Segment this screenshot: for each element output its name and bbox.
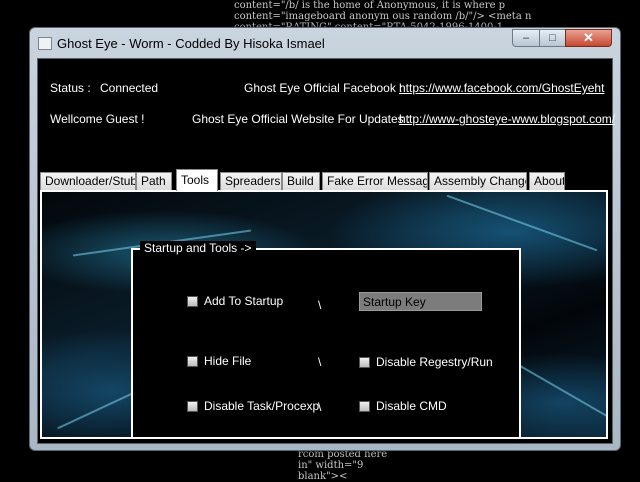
facebook-label: Ghost Eye Official Facebook : (244, 81, 403, 95)
window-title: Ghost Eye - Worm - Codded By Hisoka Isma… (57, 36, 325, 51)
add-to-startup-label: Add To Startup (204, 294, 284, 308)
separator-mark: \ (318, 298, 322, 312)
disable-registry-checkbox[interactable]: Disable Regestry/Run (359, 355, 493, 369)
tab-build[interactable]: Build (282, 172, 320, 190)
disable-task-checkbox[interactable]: Disable Task/Procexp (187, 399, 319, 413)
tab-about[interactable]: About (529, 172, 565, 190)
tab-fake-error-message[interactable]: Fake Error Message (322, 172, 428, 190)
tab-downloader-stub[interactable]: Downloader/Stub (40, 172, 136, 190)
maximize-icon: □ (549, 32, 556, 44)
tab-spreaders[interactable]: Spreaders (220, 172, 282, 190)
maximize-button[interactable]: □ (539, 29, 566, 47)
checkbox-box[interactable] (359, 356, 370, 368)
background-streak (446, 194, 598, 252)
checkbox-box[interactable] (359, 400, 370, 412)
facebook-link[interactable]: https://www.facebook.com/GhostEyeht (399, 81, 604, 95)
disable-task-label: Disable Task/Procexp (204, 399, 320, 413)
hide-file-label: Hide File (204, 354, 252, 368)
separator-mark: \ (318, 400, 322, 414)
checkbox-box[interactable] (187, 400, 198, 412)
status-value: Connected (100, 81, 159, 95)
website-label: Ghost Eye Official Website For Updates : (192, 112, 411, 126)
disable-cmd-label: Disable CMD (376, 399, 447, 413)
checkbox-box[interactable] (187, 295, 198, 307)
add-to-startup-checkbox[interactable]: Add To Startup (187, 294, 283, 308)
title-bar[interactable]: Ghost Eye - Worm - Codded By Hisoka Isma… (30, 28, 620, 58)
startup-key-input[interactable] (359, 292, 482, 311)
close-icon: ✕ (583, 30, 594, 45)
tab-assembly-changer[interactable]: Assembly Changer (429, 172, 527, 190)
minimize-button[interactable]: – (512, 29, 540, 47)
tools-panel: Startup and Tools -> Add To Startup \ Hi… (40, 190, 608, 439)
tab-path[interactable]: Path (136, 172, 172, 190)
status-label: Status : (50, 81, 91, 95)
website-link[interactable]: http://www-ghosteye-www.blogspot.com/ (399, 112, 615, 126)
hide-file-checkbox[interactable]: Hide File (187, 354, 251, 368)
app-icon (38, 37, 52, 50)
checkbox-box[interactable] (187, 355, 198, 367)
disable-registry-label: Disable Regestry/Run (376, 355, 493, 369)
minimize-icon: – (522, 32, 530, 44)
app-window: Ghost Eye - Worm - Codded By Hisoka Isma… (29, 27, 621, 451)
background-text-bottom: rcom posted here in" width="9 blank">< (298, 449, 388, 482)
close-button[interactable]: ✕ (565, 29, 612, 47)
disable-cmd-checkbox[interactable]: Disable CMD (359, 399, 447, 413)
background-streak (518, 364, 606, 422)
group-legend: Startup and Tools -> (140, 241, 256, 255)
startup-tools-group: Startup and Tools -> Add To Startup \ Hi… (131, 241, 521, 437)
separator-mark: \ (318, 355, 322, 369)
client-area: Status : Connected Wellcome Guest ! Ghos… (37, 58, 615, 444)
tab-tools[interactable]: Tools (176, 169, 218, 191)
welcome-text: Wellcome Guest ! (50, 112, 145, 126)
